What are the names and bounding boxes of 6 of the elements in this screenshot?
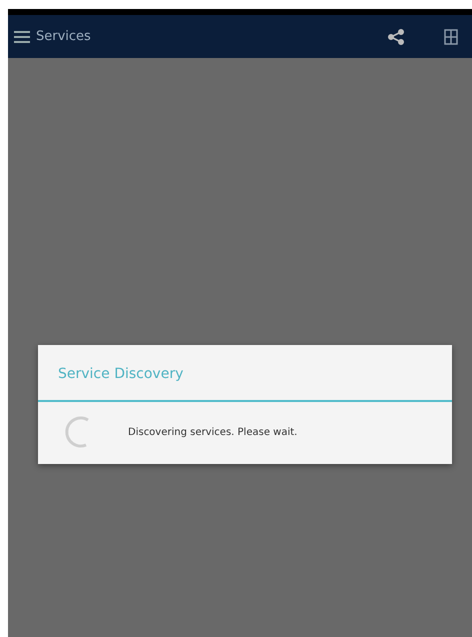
toolbar-title: Services bbox=[36, 29, 91, 44]
grid-icon[interactable] bbox=[444, 28, 458, 44]
dialog-title: Service Discovery bbox=[38, 345, 452, 402]
menu-icon[interactable] bbox=[14, 30, 30, 42]
dialog-message: Discovering services. Please wait. bbox=[128, 426, 298, 438]
share-icon[interactable] bbox=[388, 28, 404, 44]
